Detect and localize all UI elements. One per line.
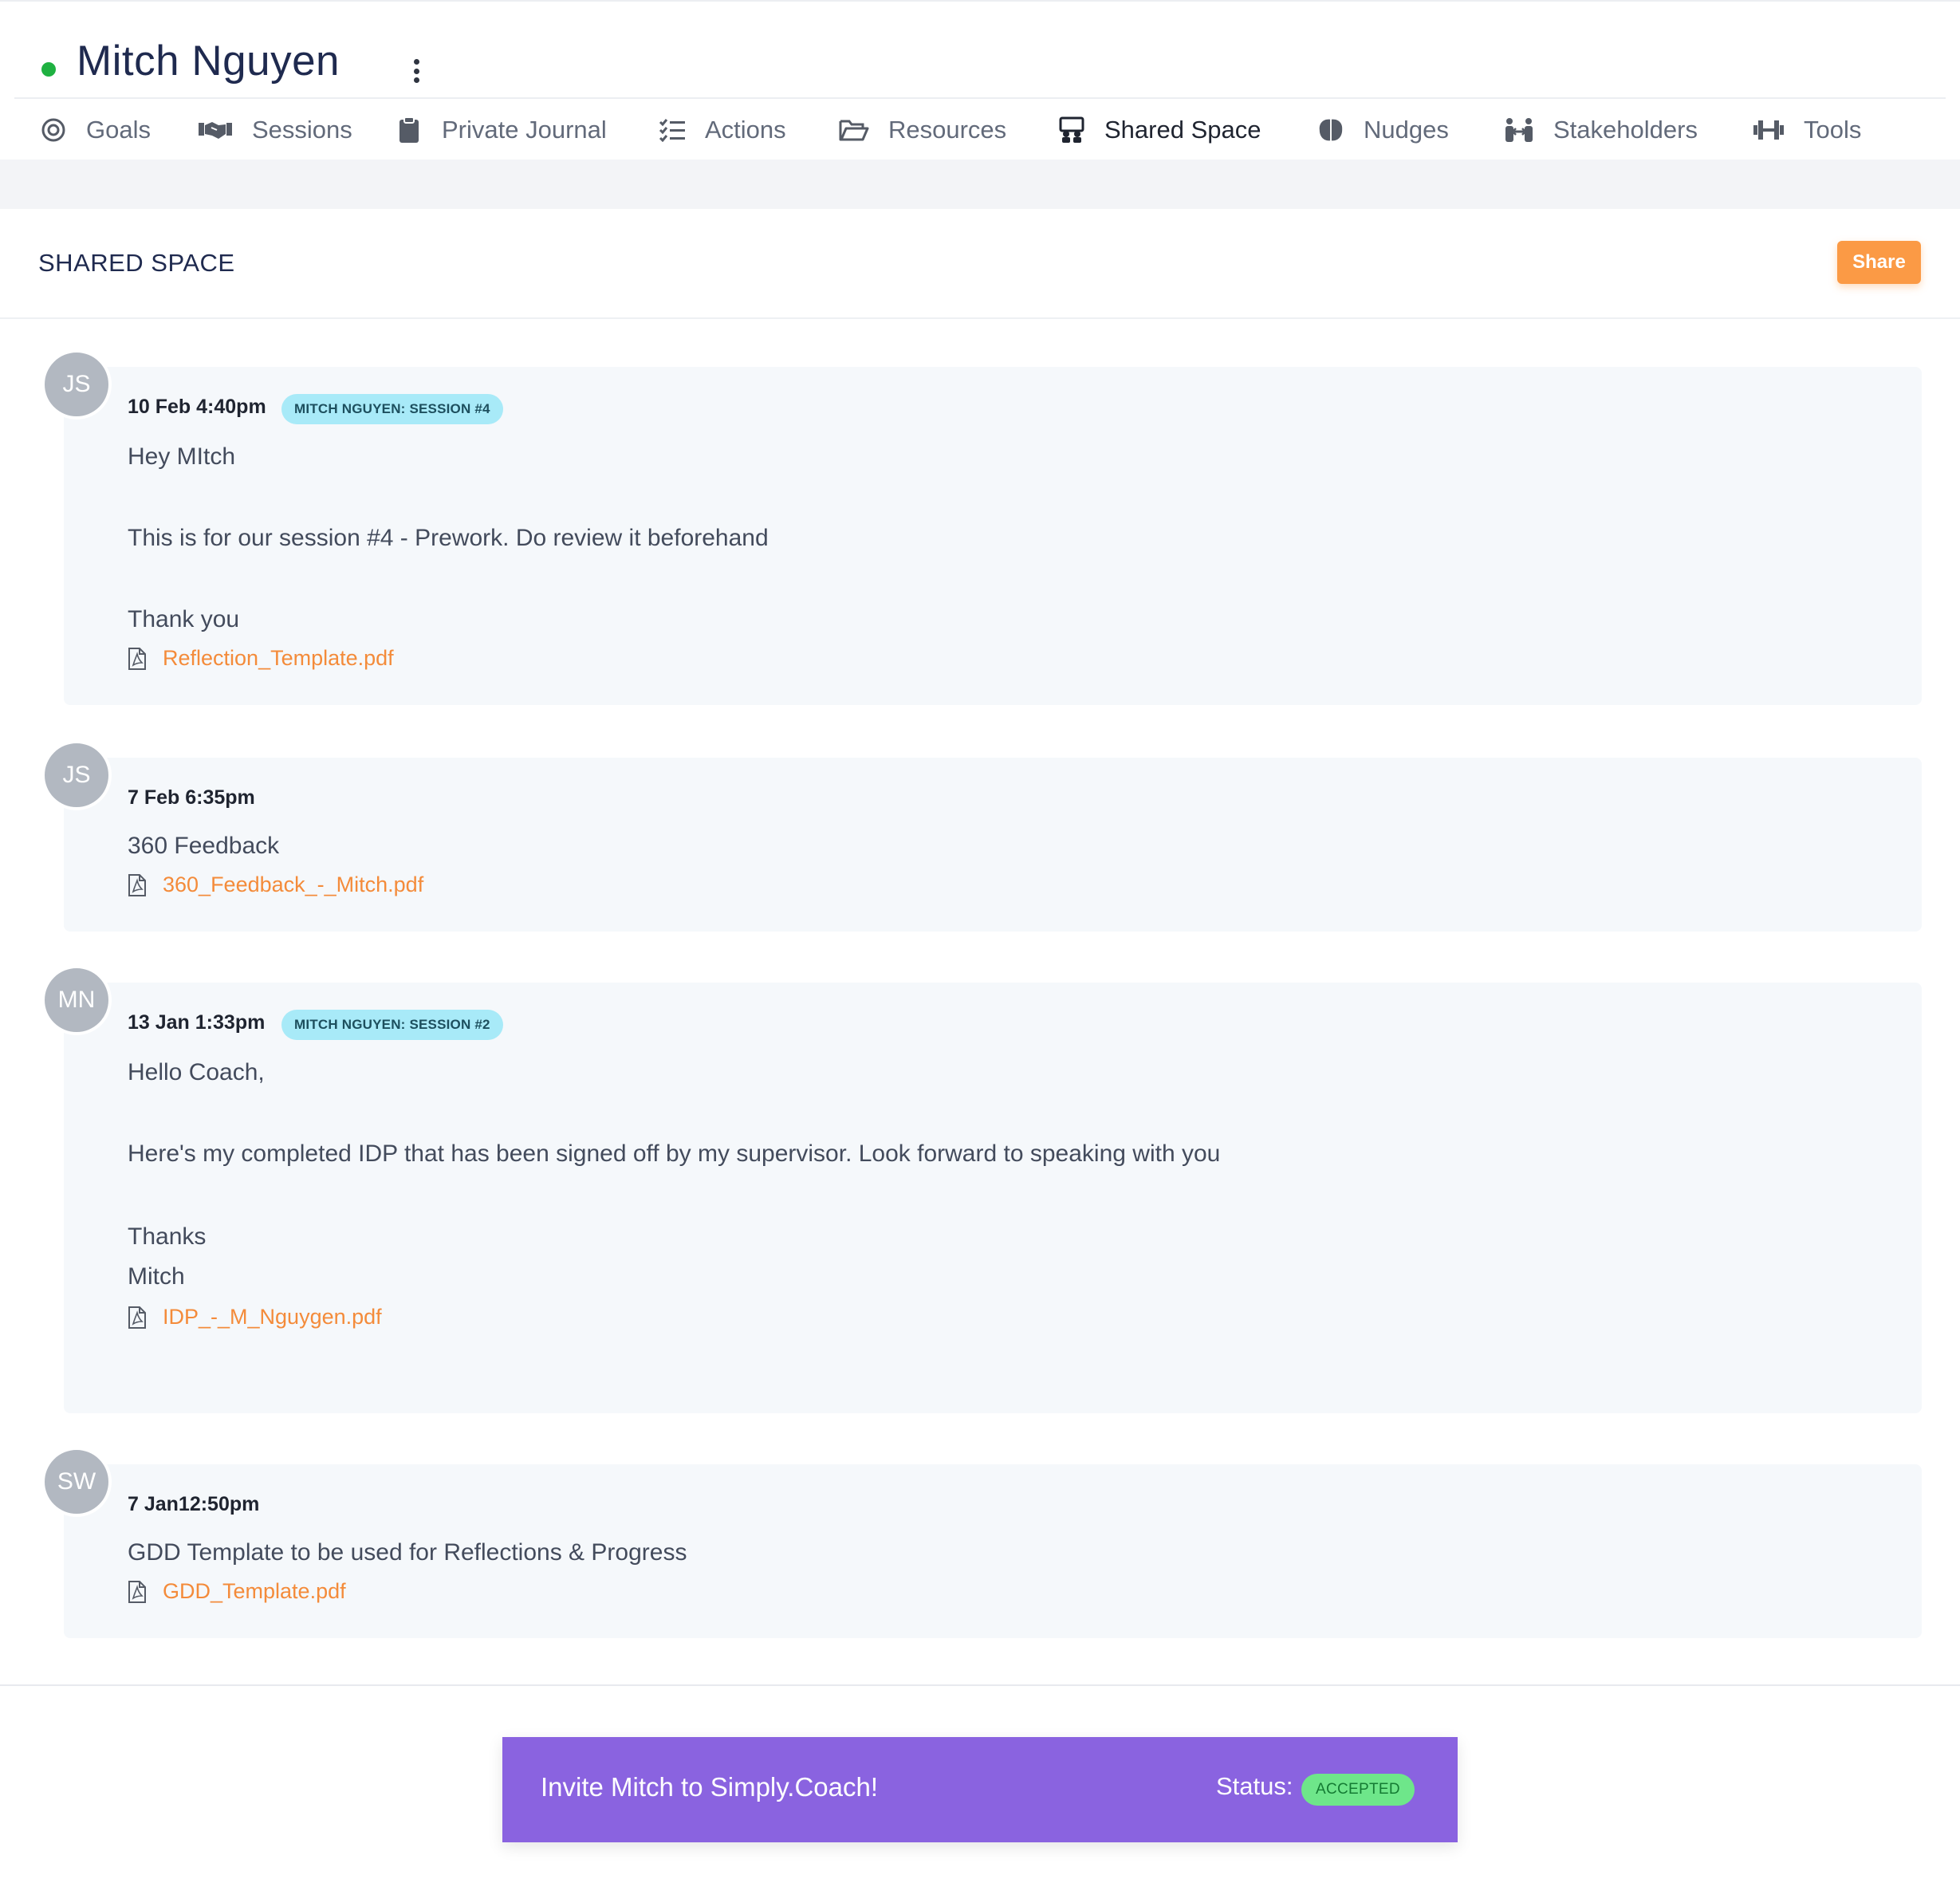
message-card: MN 13 Jan 1:33pm MITCH NGUYEN: SESSION #… xyxy=(41,965,1922,1413)
handshake-icon xyxy=(198,116,233,144)
dumbbell-icon xyxy=(1753,116,1785,144)
profile-header: Mitch Nguyen Goals Sessions Private Jour… xyxy=(0,0,1960,163)
tab-sessions[interactable]: Sessions xyxy=(198,99,352,161)
message-text: Hey MItch xyxy=(128,443,236,470)
clipboard-icon xyxy=(396,116,423,144)
tab-tools[interactable]: Tools xyxy=(1753,99,1861,161)
tab-shared-space[interactable]: Shared Space xyxy=(1034,99,1287,163)
pdf-file-icon xyxy=(128,873,146,896)
tab-nudges[interactable]: Nudges xyxy=(1317,99,1449,161)
attachment-link[interactable]: GDD_Template.pdf xyxy=(128,1579,346,1604)
folder-open-icon xyxy=(839,116,869,144)
pdf-file-icon xyxy=(128,1580,146,1603)
invite-status-label: Status: xyxy=(1216,1772,1293,1800)
avatar: JS xyxy=(41,740,112,810)
tab-label: Shared Space xyxy=(1104,116,1261,144)
brain-icon xyxy=(1317,116,1344,144)
share-button[interactable]: Share xyxy=(1837,241,1921,284)
message-card: JS 10 Feb 4:40pm MITCH NGUYEN: SESSION #… xyxy=(41,349,1922,705)
message-timestamp: 13 Jan 1:33pm xyxy=(128,1011,266,1034)
tab-goals[interactable]: Goals xyxy=(40,99,151,161)
kebab-menu-icon[interactable] xyxy=(408,59,424,83)
message-text: This is for our session #4 - Prework. Do… xyxy=(128,525,769,551)
tab-label: Tools xyxy=(1804,116,1862,144)
attachment-filename: IDP_-_M_Nguygen.pdf xyxy=(163,1305,382,1329)
page-background-band xyxy=(0,160,1960,209)
attachment-link[interactable]: IDP_-_M_Nguygen.pdf xyxy=(128,1305,382,1330)
target-icon xyxy=(40,116,67,144)
message-timestamp: 7 Feb 6:35pm xyxy=(128,786,255,809)
avatar: SW xyxy=(41,1447,112,1517)
tab-label: Private Journal xyxy=(442,116,607,144)
attachment-link[interactable]: 360_Feedback_-_Mitch.pdf xyxy=(128,873,423,897)
checklist-icon xyxy=(659,116,686,144)
session-badge: MITCH NGUYEN: SESSION #2 xyxy=(281,1010,503,1040)
invite-text: Invite Mitch to Simply.Coach! xyxy=(541,1772,879,1802)
message-text: Thanks xyxy=(128,1223,207,1250)
attachment-filename: GDD_Template.pdf xyxy=(163,1579,346,1603)
attachment-filename: 360_Feedback_-_Mitch.pdf xyxy=(163,873,424,896)
attachment-filename: Reflection_Template.pdf xyxy=(163,646,394,670)
shared-space-icon xyxy=(1058,116,1085,144)
tab-bar: Goals Sessions Private Journal Actions R… xyxy=(0,99,1960,163)
shared-space-panel: SHARED SPACE Share JS 10 Feb 4:40pm MITC… xyxy=(0,209,1960,1686)
tab-private-journal[interactable]: Private Journal xyxy=(396,99,607,161)
message-card: JS 7 Feb 6:35pm 360 Feedback 360_Feedbac… xyxy=(41,740,1922,932)
tab-stakeholders[interactable]: Stakeholders xyxy=(1504,99,1698,161)
message-text: Hello Coach, xyxy=(128,1059,265,1085)
bottom-divider xyxy=(0,1684,1960,1686)
tab-label: Sessions xyxy=(252,116,352,144)
tab-label: Actions xyxy=(705,116,786,144)
tab-actions[interactable]: Actions xyxy=(659,99,786,161)
tab-resources[interactable]: Resources xyxy=(839,99,1006,161)
tab-label: Nudges xyxy=(1364,116,1449,144)
message-text: Here's my completed IDP that has been si… xyxy=(128,1140,1221,1167)
tab-label: Resources xyxy=(888,116,1007,144)
message-text: Thank you xyxy=(128,606,240,632)
online-status-indicator xyxy=(41,62,56,77)
pdf-file-icon xyxy=(128,647,146,670)
session-badge: MITCH NGUYEN: SESSION #4 xyxy=(281,394,503,424)
message-text: Mitch xyxy=(128,1263,185,1290)
message-timestamp: 10 Feb 4:40pm xyxy=(128,396,266,418)
panel-divider xyxy=(0,317,1960,319)
invite-banner[interactable]: Invite Mitch to Simply.Coach! Status: AC… xyxy=(502,1737,1458,1842)
client-name: Mitch Nguyen xyxy=(77,37,340,85)
pdf-file-icon xyxy=(128,1306,146,1329)
people-icon xyxy=(1504,116,1534,144)
avatar: MN xyxy=(41,965,112,1035)
message-timestamp: 7 Jan12:50pm xyxy=(128,1493,260,1515)
panel-title: SHARED SPACE xyxy=(38,249,235,277)
attachment-link[interactable]: Reflection_Template.pdf xyxy=(128,646,394,671)
message-card: SW 7 Jan12:50pm GDD Template to be used … xyxy=(41,1447,1922,1638)
avatar: JS xyxy=(41,349,112,420)
tab-label: Stakeholders xyxy=(1553,116,1698,144)
status-badge: ACCEPTED xyxy=(1301,1774,1415,1806)
message-text: GDD Template to be used for Reflections … xyxy=(128,1539,687,1566)
message-text: 360 Feedback xyxy=(128,833,280,859)
tab-label: Goals xyxy=(86,116,151,144)
